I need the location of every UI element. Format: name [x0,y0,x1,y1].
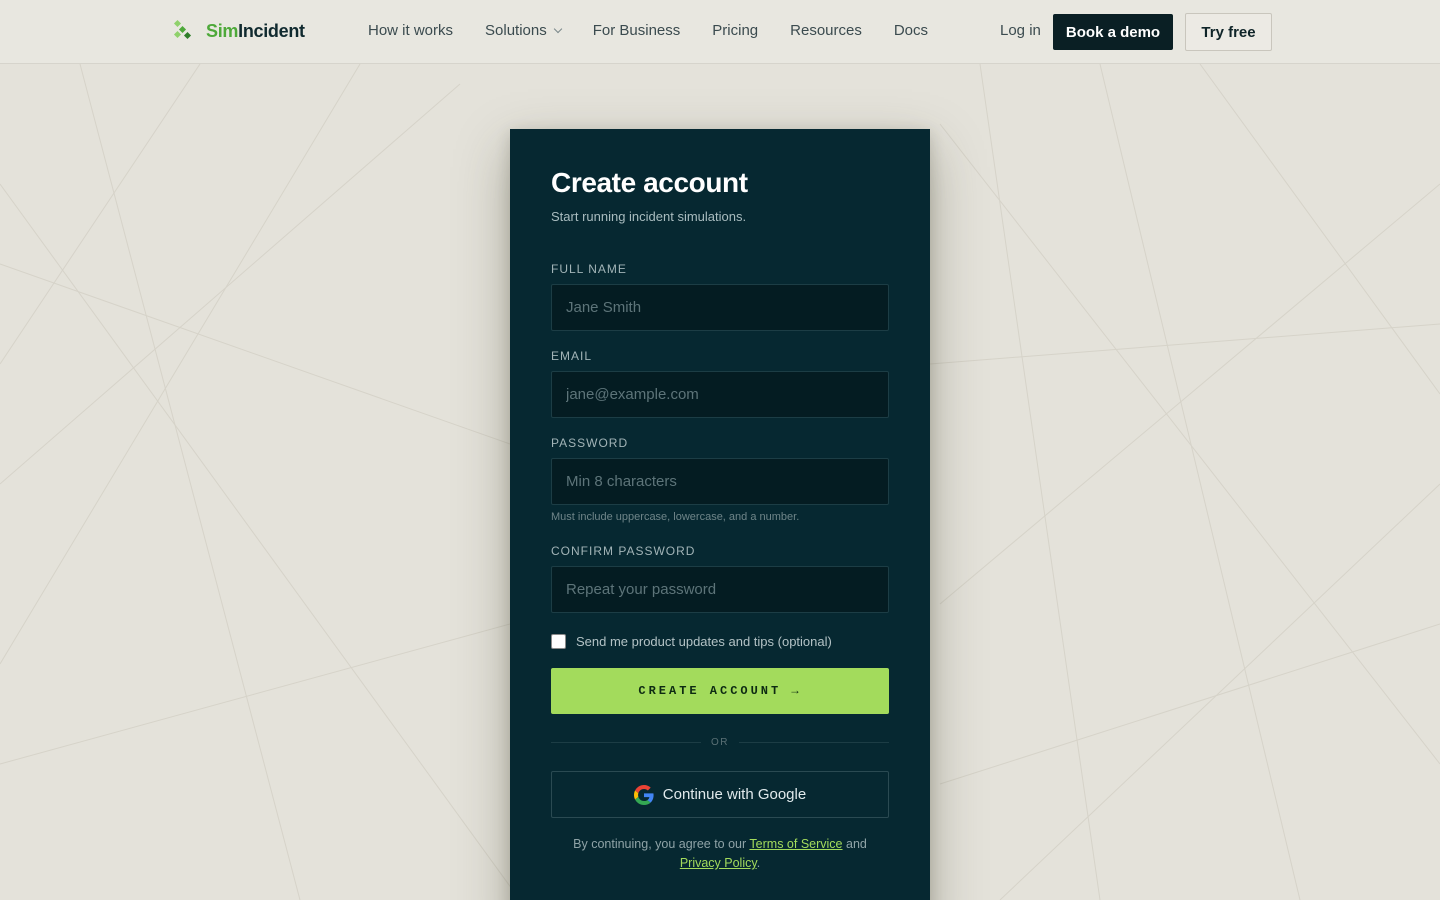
password-hint: Must include uppercase, lowercase, and a… [551,511,800,523]
legal-and: and [846,837,867,851]
privacy-policy-link[interactable]: Privacy Policy [680,856,757,870]
main-nav: How it works Solutions For Business Pric… [368,22,960,39]
page-subtitle: Start running incident simulations. [551,209,747,224]
full-name-input[interactable] [551,284,889,331]
nav-solutions[interactable]: Solutions [485,22,562,39]
brand-name-part1: Sim [206,20,239,41]
brand-mark-icon [172,19,194,42]
terms-of-service-link[interactable]: Terms of Service [749,837,842,851]
confirm-password-input[interactable] [551,566,889,613]
brand-name-part2: Incident [238,20,305,41]
book-demo-button[interactable]: Book a demo [1053,14,1173,50]
nav-label: How it works [368,22,454,39]
confirm-password-label: CONFIRM PASSWORD [551,544,696,558]
nav-label: Solutions [485,22,547,39]
nav-pricing[interactable]: Pricing [712,22,758,39]
google-signin-button[interactable]: Continue with Google [551,771,889,818]
try-free-button[interactable]: Try free [1185,13,1272,51]
nav-for-business[interactable]: For Business [593,22,681,39]
email-label: EMAIL [551,349,593,363]
signup-card: Create account Start running incident si… [510,129,930,900]
nav-label: Resources [790,22,862,39]
legal-notice: By continuing, you agree to our Terms of… [551,835,889,873]
nav-label: Docs [893,22,929,39]
password-label: PASSWORD [551,436,629,450]
updates-checkbox[interactable] [551,634,566,649]
legal-suffix: . [756,856,761,870]
page-title: Create account [551,167,748,198]
login-link[interactable]: Log in [1000,22,1041,39]
nav-docs[interactable]: Docs [894,22,928,39]
brand-logo[interactable]: SimIncident [172,18,305,44]
full-name-label: FULL NAME [551,262,627,276]
google-signin-label: Continue with Google [662,786,807,803]
chevron-down-icon [553,24,562,34]
email-input[interactable] [551,371,889,418]
nav-label: For Business [592,22,681,39]
password-input[interactable] [551,458,889,505]
create-account-button[interactable]: CREATE ACCOUNT → [551,668,889,714]
nav-resources[interactable]: Resources [790,22,862,39]
nav-label: Pricing [712,22,759,39]
updates-opt-in: Send me product updates and tips (option… [551,634,832,649]
google-icon [633,784,654,805]
updates-checkbox-label[interactable]: Send me product updates and tips (option… [576,634,832,649]
divider-line [739,741,889,743]
brand-name: SimIncident [206,21,305,42]
or-divider: OR [551,735,889,749]
nav-how-it-works[interactable]: How it works [368,22,453,39]
divider-text: OR [711,736,729,748]
legal-prefix: By continuing, you agree to our [573,837,747,851]
top-nav-bar: SimIncident How it works Solutions For B… [0,0,1440,64]
divider-line [551,741,701,743]
